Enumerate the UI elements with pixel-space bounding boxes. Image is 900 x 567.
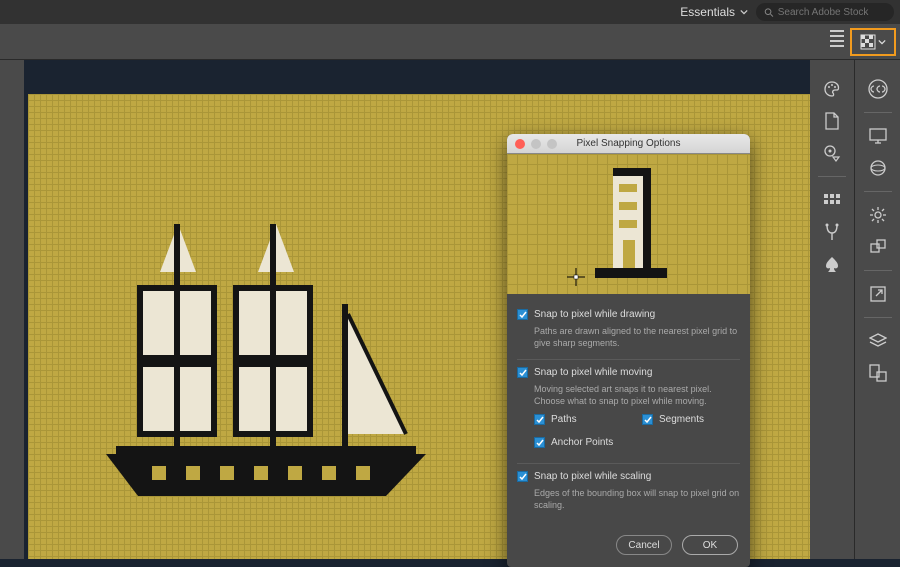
crosshair-cursor-icon [567,268,585,286]
panel-dock [810,60,900,559]
panel-menu-icon[interactable] [830,30,844,47]
sun-icon[interactable] [867,204,889,226]
ship-artwork [86,214,426,504]
spade-icon[interactable] [821,253,843,275]
search-input[interactable] [778,7,886,18]
dialog-preview [507,154,750,294]
dialog-titlebar[interactable]: Pixel Snapping Options [507,134,750,154]
checkbox-anchor-points[interactable] [534,437,545,448]
palette-icon[interactable] [821,78,843,100]
checkbox-drawing[interactable] [517,309,528,320]
layers-icon[interactable] [867,330,889,352]
option-description: Edges of the bounding box will snap to p… [534,487,740,511]
option-description: Moving selected art snaps it to nearest … [534,383,740,407]
checkbox-label: Snap to pixel while scaling [534,470,651,483]
search-stock-box[interactable] [756,3,894,21]
pixel-snap-dropdown[interactable] [850,28,896,56]
artboards-icon[interactable] [867,362,889,384]
checkbox-label: Anchor Points [551,436,613,449]
option-drawing: Snap to pixel while drawing Paths are dr… [517,302,740,360]
workspace-label: Essentials [680,5,735,19]
traffic-lights [515,139,557,149]
checkbox-paths[interactable] [534,414,545,425]
cancel-button[interactable]: Cancel [616,535,672,555]
checkbox-segments[interactable] [642,414,653,425]
export-icon[interactable] [867,283,889,305]
pixel-snap-icon [860,34,876,50]
building-graphic [595,168,667,280]
workspace-switcher[interactable]: Essentials [680,5,748,19]
swatches-grid-icon[interactable] [821,189,843,211]
checkbox-label: Segments [659,413,704,426]
checkbox-label: Snap to pixel while drawing [534,308,655,321]
checkbox-label: Snap to pixel while moving [534,366,652,379]
chevron-down-icon [740,8,748,16]
monitor-icon[interactable] [867,125,889,147]
checkbox-moving[interactable] [517,367,528,378]
cc-libraries-icon[interactable] [867,78,889,100]
shape-target-icon[interactable] [821,142,843,164]
dialog-body: Snap to pixel while drawing Paths are dr… [507,294,750,527]
ok-button[interactable]: OK [682,535,738,555]
chevron-down-icon [878,38,886,46]
canvas-gutter [0,60,24,559]
dialog-footer: Cancel OK [507,527,750,567]
page-icon[interactable] [821,110,843,132]
app-topbar: Essentials [0,0,900,24]
option-moving: Snap to pixel while moving Moving select… [517,360,740,464]
sphere-icon[interactable] [867,157,889,179]
transform-icon[interactable] [867,236,889,258]
control-bar [0,24,900,60]
option-scaling: Snap to pixel while scaling Edges of the… [517,464,740,521]
pixel-snapping-dialog: Pixel Snapping Options Snap to pixel whi… [507,134,750,567]
search-icon [764,7,774,18]
close-icon[interactable] [515,139,525,149]
option-description: Paths are drawn aligned to the nearest p… [534,325,740,349]
checkbox-label: Paths [551,413,577,426]
zoom-icon [547,139,557,149]
minimize-icon [531,139,541,149]
fork-icon[interactable] [821,221,843,243]
checkbox-scaling[interactable] [517,471,528,482]
